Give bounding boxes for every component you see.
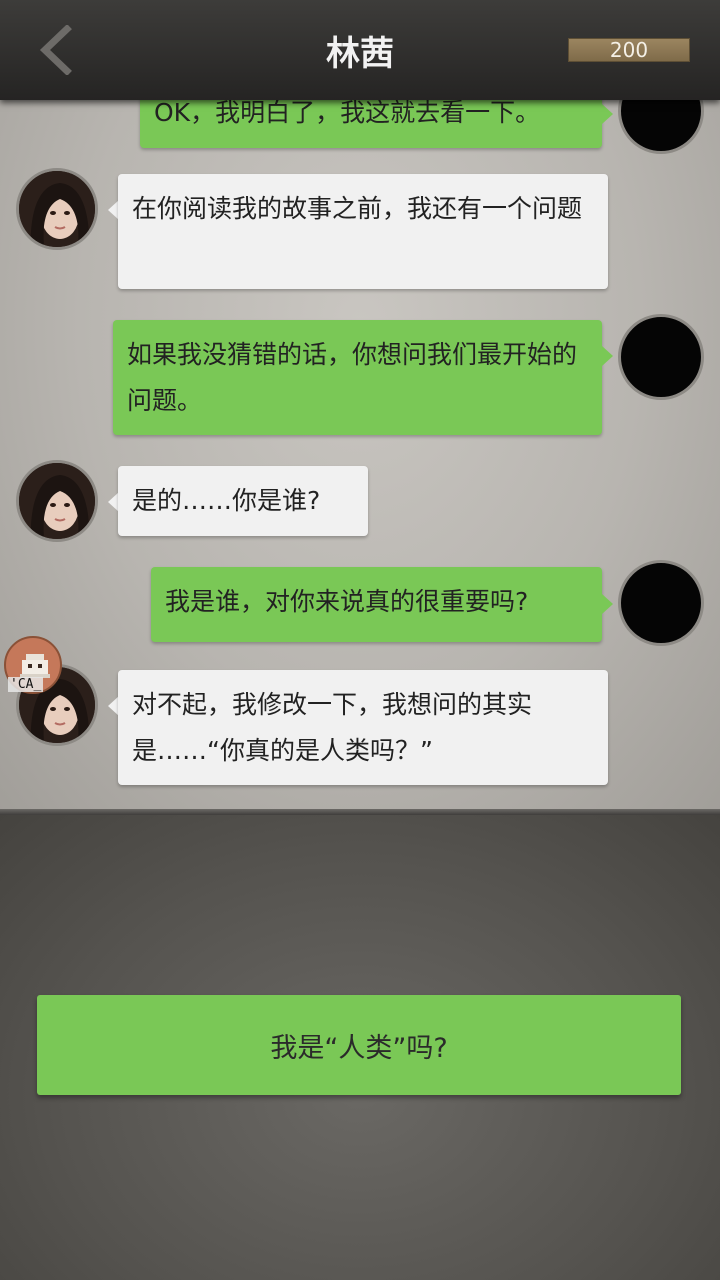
message-text: 对不起，我修改一下，我想问的其实是……“你真的是人类吗？” <box>132 690 533 765</box>
choice-label: 我是“人类”吗? <box>270 1032 448 1064</box>
coin-counter: 200 <box>568 38 690 62</box>
message-text: 如果我没猜错的话，你想问我们最开始的问题。 <box>127 340 578 415</box>
npc-message: 在你阅读我的故事之前，我还有一个问题 <box>118 174 608 289</box>
player-message: 我是谁，对你来说真的很重要吗? <box>151 567 602 642</box>
bubble-tail <box>602 594 613 614</box>
npc-message: 是的……你是谁? <box>118 466 368 536</box>
npc-message: 对不起，我修改一下，我想问的其实是……“你真的是人类吗？” <box>118 670 608 785</box>
player-message: 如果我没猜错的话，你想问我们最开始的问题。 <box>113 320 602 435</box>
bubble-tail <box>602 346 613 366</box>
reply-choice-button[interactable]: 我是“人类”吗? <box>37 995 681 1095</box>
npc-avatar[interactable] <box>16 460 98 542</box>
girl-portrait-icon <box>19 463 95 539</box>
player-avatar[interactable] <box>618 560 704 646</box>
chat-area[interactable]: OK，我明白了，我这就去看一下。 在你阅读我的故事之前，我还有一个问题 如果我没… <box>0 0 720 815</box>
player-avatar[interactable] <box>618 314 704 400</box>
girl-portrait-icon <box>19 171 95 247</box>
bubble-tail <box>602 104 613 124</box>
npc-avatar[interactable] <box>16 168 98 250</box>
top-bar: 林茜 200 <box>0 0 720 100</box>
message-text: OK，我明白了，我这就去看一下。 <box>154 98 541 127</box>
floating-badge-label: 'CA_ <box>8 677 44 692</box>
message-text: 我是谁，对你来说真的很重要吗? <box>165 587 529 616</box>
message-text: 是的……你是谁? <box>132 486 321 515</box>
message-text: 在你阅读我的故事之前，我还有一个问题 <box>132 194 583 223</box>
